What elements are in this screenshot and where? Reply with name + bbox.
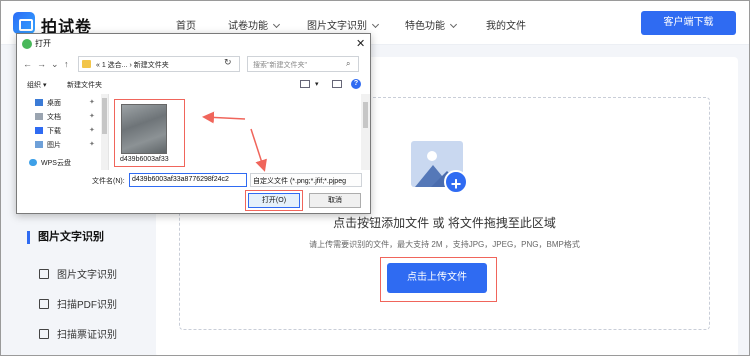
- upload-subtitle: 请上传需要识别的文件，最大支持 2M ，支持JPG，JPEG，PNG，BMP格式: [309, 240, 580, 249]
- file-name-label[interactable]: d439b6003af33: [120, 156, 169, 163]
- nav-entry-label: 图片: [47, 142, 61, 149]
- view-options-icon[interactable]: [300, 80, 310, 88]
- file-list-scrollbar[interactable]: [361, 94, 370, 170]
- pin-icon: ✦: [89, 141, 95, 148]
- breadcrumb[interactable]: « 1 选合... › 新建文件夹: [96, 60, 169, 70]
- nav-entry-label: 文档: [47, 114, 61, 121]
- nav-image-ocr-label: 图片文字识别: [307, 21, 367, 32]
- chevron-down-icon[interactable]: ⌄: [51, 59, 59, 70]
- pin-icon: ✦: [89, 127, 95, 134]
- file-type-value: 自定义文件 (*.png;*.jfif;*.pjpeg: [253, 178, 346, 185]
- new-folder-button[interactable]: 新建文件夹: [67, 80, 102, 90]
- nav-exam-features[interactable]: 试卷功能: [228, 17, 281, 32]
- address-bar[interactable]: « 1 选合... › 新建文件夹: [78, 56, 240, 72]
- help-icon[interactable]: ?: [351, 79, 361, 89]
- sidebar-item-image-ocr[interactable]: 图片文字识别: [39, 266, 117, 281]
- nav-entry-label: 桌面: [47, 100, 61, 107]
- logo-icon[interactable]: [13, 12, 35, 34]
- screenshot-frame: 拍试卷 首页 试卷功能 图片文字识别 特色功能 我的文件 客户端下载 + 点击按…: [0, 0, 750, 356]
- dialog-toolbar: 组织 ▾ 新建文件夹 ▾ ?: [17, 78, 370, 92]
- ticket-icon: [39, 329, 49, 339]
- upload-title: 点击按钮添加文件 或 将文件拖拽至此区域: [333, 216, 556, 230]
- cloud-icon: [29, 159, 37, 166]
- cancel-button[interactable]: 取消: [309, 193, 361, 208]
- app-icon: [22, 39, 32, 49]
- sidebar-item-ticket-ocr[interactable]: 扫描票证识别: [39, 326, 117, 341]
- nav-image-ocr[interactable]: 图片文字识别: [307, 17, 380, 32]
- search-icon: ⌕: [346, 59, 351, 68]
- nav-special-features[interactable]: 特色功能: [405, 17, 458, 32]
- nav-my-files[interactable]: 我的文件: [486, 17, 526, 32]
- nav-special-features-label: 特色功能: [405, 21, 445, 32]
- scan-icon: [39, 269, 49, 279]
- back-arrow-icon[interactable]: ←: [23, 59, 32, 69]
- plus-icon: +: [444, 170, 468, 194]
- file-name-value: d439b6003af33a8776298f24c2: [132, 176, 229, 183]
- folder-icon: [82, 60, 91, 68]
- sidebar-heading: 图片文字识别: [27, 231, 104, 244]
- nav-entry-desktop[interactable]: 桌面: [35, 98, 61, 108]
- file-name-input[interactable]: d439b6003af33a8776298f24c2: [129, 173, 247, 187]
- chevron-down-icon: [272, 20, 281, 29]
- nav-entry-documents[interactable]: 文档: [35, 112, 61, 122]
- chevron-down-icon[interactable]: ▾: [315, 80, 319, 88]
- file-list-scrollbar-thumb[interactable]: [363, 102, 368, 128]
- file-type-select[interactable]: 自定义文件 (*.png;*.jfif;*.pjpeg: [250, 173, 362, 187]
- nav-entry-wps-cloud[interactable]: WPS云盘: [29, 158, 71, 168]
- file-name-field-label: 文件名(N):: [92, 178, 125, 185]
- download-icon: [35, 127, 43, 134]
- dialog-titlebar[interactable]: 打开 ✕: [17, 34, 370, 54]
- pdf-icon: [39, 299, 49, 309]
- nav-entry-label: 下载: [47, 128, 61, 135]
- open-button[interactable]: 打开(O): [248, 193, 300, 208]
- search-placeholder: 搜索"新建文件夹": [253, 62, 307, 69]
- sidebar-item-label: 扫描票证识别: [57, 330, 117, 341]
- nav-entry-pictures[interactable]: 图片: [35, 140, 61, 150]
- nav-scrollbar-thumb[interactable]: [102, 98, 107, 134]
- folder-search-input[interactable]: 搜索"新建文件夹" ⌕: [247, 56, 359, 72]
- refresh-icon[interactable]: ↻: [224, 57, 232, 68]
- nav-exam-features-label: 试卷功能: [228, 21, 268, 32]
- file-name-row: 文件名(N): d439b6003af33a8776298f24c2 自定义文件…: [17, 172, 370, 188]
- navigation-pane: 桌面 ✦ 文档 ✦ 下载 ✦ 图片 ✦ WPS云盘: [17, 94, 109, 170]
- open-file-dialog: 打开 ✕ ← → ⌄ ↑ « 1 选合... › 新建文件夹 ↻ 搜索"新建文件…: [16, 33, 371, 214]
- pin-icon: ✦: [89, 113, 95, 120]
- sidebar-item-pdf-ocr[interactable]: 扫描PDF识别: [39, 296, 117, 311]
- pin-icon: ✦: [89, 99, 95, 106]
- close-icon[interactable]: ✕: [356, 37, 365, 50]
- nav-entry-downloads[interactable]: 下载: [35, 126, 61, 136]
- client-download-button[interactable]: 客户端下载: [641, 11, 736, 35]
- file-thumbnail[interactable]: [121, 104, 167, 154]
- sidebar-item-label: 图片文字识别: [57, 270, 117, 281]
- dialog-title: 打开: [35, 39, 51, 48]
- up-arrow-icon[interactable]: ↑: [64, 59, 69, 69]
- nav-scrollbar[interactable]: [101, 94, 108, 170]
- sidebar-item-label: 扫描PDF识别: [57, 300, 117, 311]
- organize-menu[interactable]: 组织 ▾: [27, 80, 46, 90]
- forward-arrow-icon[interactable]: →: [37, 59, 46, 69]
- document-icon: [35, 113, 43, 120]
- chevron-down-icon: [371, 20, 380, 29]
- nav-home[interactable]: 首页: [176, 17, 196, 32]
- desktop-icon: [35, 99, 43, 106]
- upload-file-button[interactable]: 点击上传文件: [387, 263, 487, 293]
- pictures-icon: [35, 141, 43, 148]
- nav-entry-label: WPS云盘: [41, 160, 71, 167]
- address-row: ← → ⌄ ↑ « 1 选合... › 新建文件夹 ↻ 搜索"新建文件夹" ⌕: [17, 56, 370, 74]
- chevron-down-icon: [449, 20, 458, 29]
- preview-pane-icon[interactable]: [332, 80, 342, 88]
